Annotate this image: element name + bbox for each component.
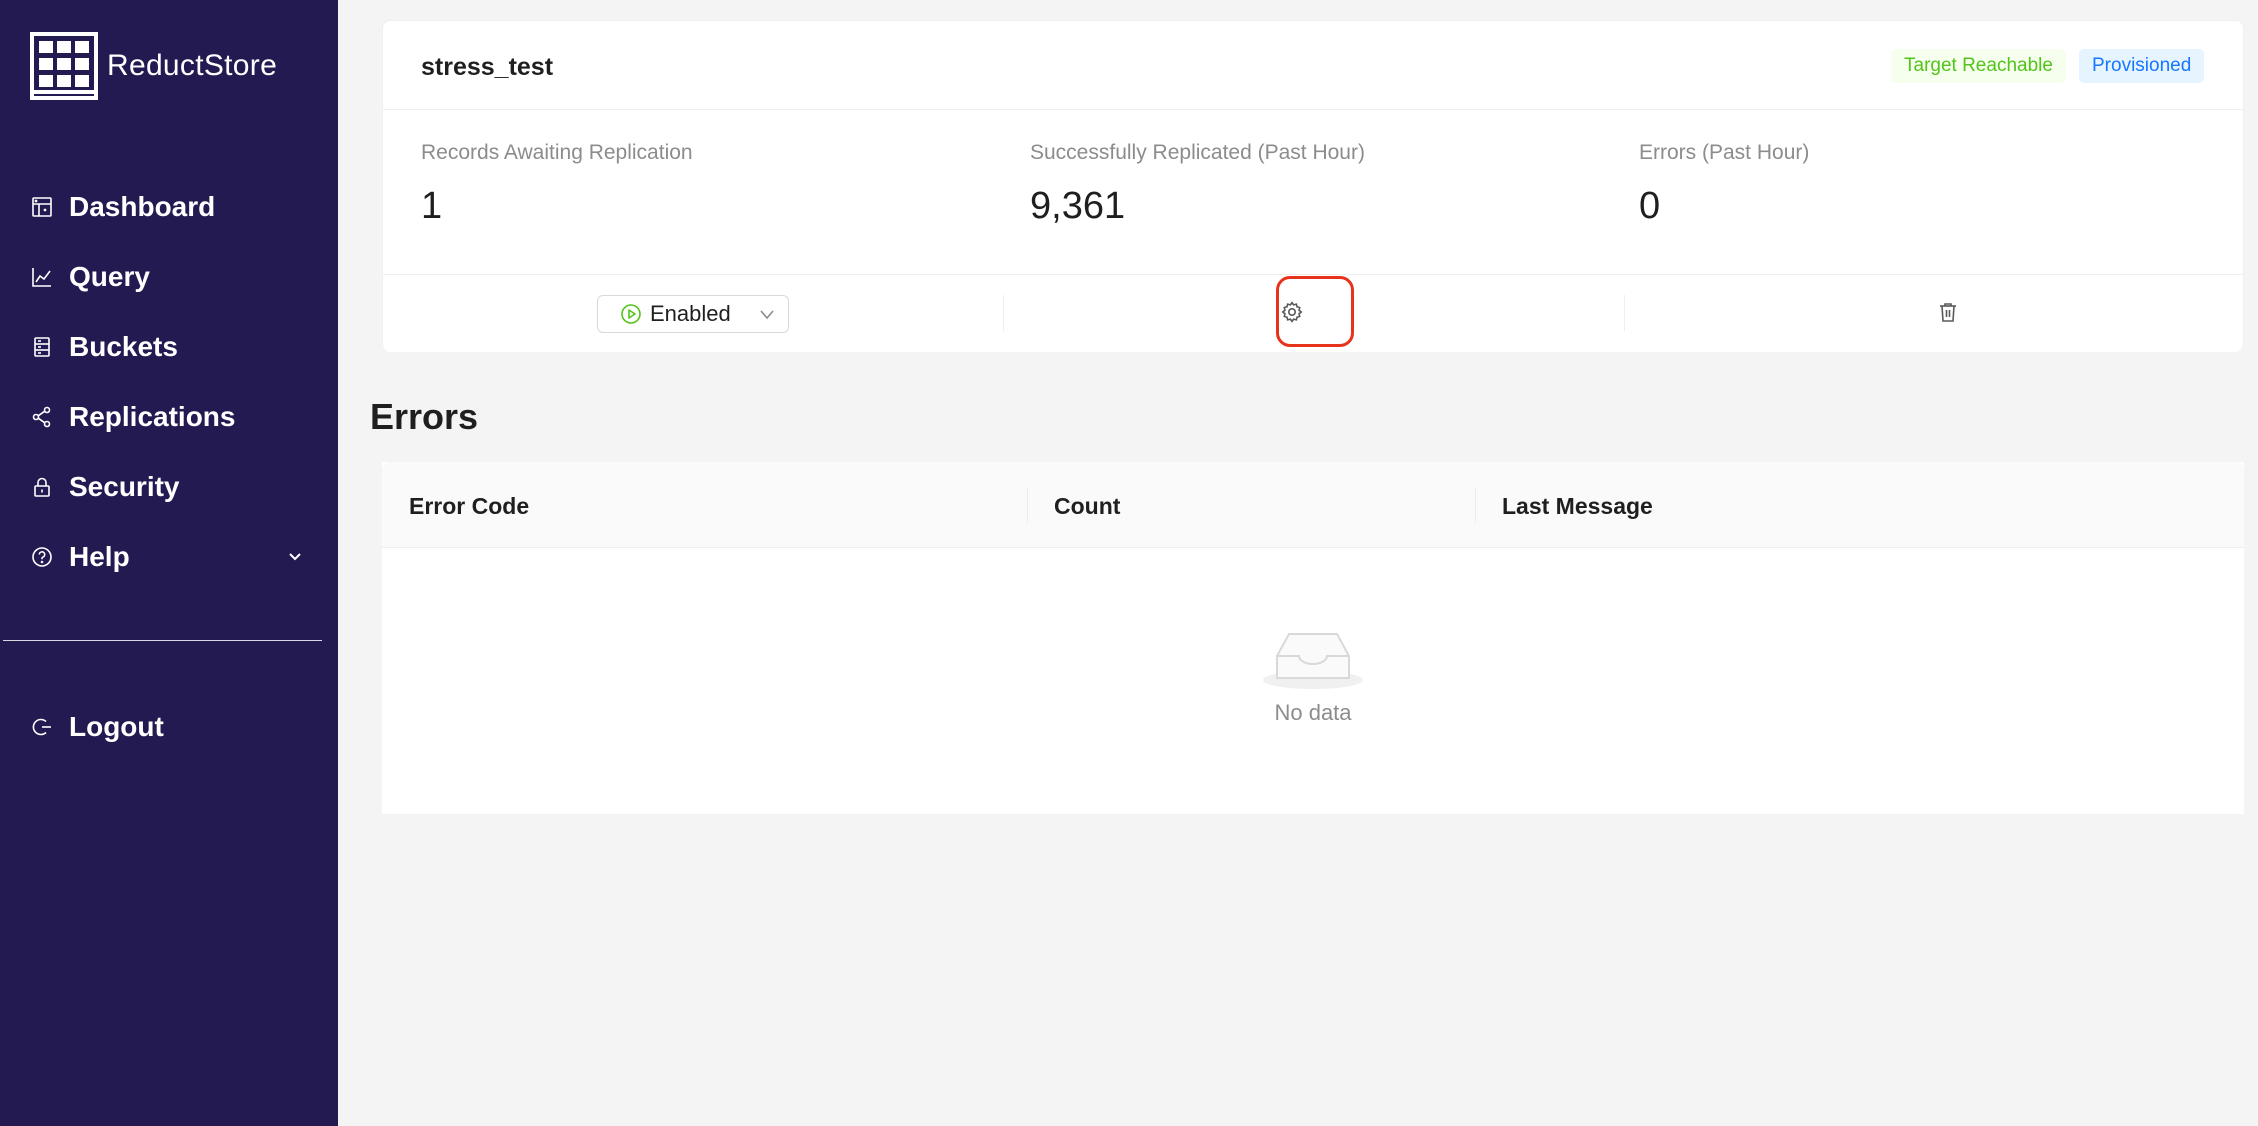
sidebar-item-dashboard[interactable]: Dashboard (0, 172, 338, 242)
settings-highlight-marker (1276, 276, 1354, 347)
brand[interactable]: ReductStore (29, 31, 277, 101)
sidebar-item-buckets[interactable]: Buckets (0, 312, 338, 382)
stat-records-awaiting: Records Awaiting Replication 1 (421, 141, 981, 228)
logout-label: Logout (69, 711, 164, 742)
line-chart-icon (30, 265, 54, 289)
database-icon (30, 335, 54, 359)
chevron-down-icon[interactable] (286, 547, 306, 567)
column-divider (1475, 487, 1476, 523)
sidebar-item-security[interactable]: Security (0, 452, 338, 522)
trash-icon (1937, 301, 1959, 328)
column-divider (1027, 487, 1028, 523)
stat-value: 9,361 (1030, 185, 1126, 227)
sidebar-item-label: Buckets (69, 331, 178, 362)
share-icon (30, 405, 54, 429)
sidebar-nav: Dashboard Query Buckets Replications Sec… (0, 172, 338, 592)
reductstore-logo-icon (29, 31, 99, 101)
lock-icon (30, 475, 54, 499)
status-badge-provisioned: Provisioned (2079, 49, 2205, 83)
sidebar-divider (3, 640, 322, 641)
column-header-error-code[interactable]: Error Code (409, 493, 529, 520)
sidebar-item-label: Replications (69, 401, 236, 432)
column-header-count[interactable]: Count (1054, 493, 1120, 520)
question-circle-icon (30, 545, 54, 569)
sidebar-item-label: Help (69, 541, 130, 572)
empty-state: No data (382, 622, 2244, 726)
stat-value: 1 (421, 185, 443, 227)
table-header: Error Code Count Last Message (382, 462, 2244, 548)
empty-inbox-icon (382, 622, 2244, 692)
mode-select-value: Enabled (650, 301, 731, 326)
action-divider (1624, 295, 1625, 331)
errors-table: Error Code Count Last Message No data (382, 462, 2244, 814)
stat-label: Errors (Past Hour) (1639, 141, 1810, 164)
play-circle-icon (620, 303, 642, 325)
delete-button[interactable] (1933, 299, 1963, 329)
logout-button[interactable]: Logout (0, 692, 338, 762)
chevron-down-icon (758, 305, 776, 328)
errors-title: Errors (370, 396, 479, 437)
sidebar-item-replications[interactable]: Replications (0, 382, 338, 452)
logout-icon (30, 715, 54, 739)
card-header: stress_test Target Reachable Provisioned (383, 21, 2243, 110)
stat-errors: Errors (Past Hour) 0 (1639, 141, 2199, 228)
brand-name: ReductStore (107, 49, 278, 82)
dashboard-icon (30, 195, 54, 219)
stat-successfully-replicated: Successfully Replicated (Past Hour) 9,36… (1030, 141, 1590, 228)
action-divider (1003, 295, 1004, 331)
empty-text: No data (1274, 700, 1352, 725)
sidebar-item-label: Dashboard (69, 191, 216, 222)
sidebar-item-query[interactable]: Query (0, 242, 338, 312)
sidebar-item-label: Security (69, 471, 180, 502)
stat-label: Successfully Replicated (Past Hour) (1030, 141, 1365, 164)
stat-value: 0 (1639, 185, 1661, 227)
status-badge-reachable: Target Reachable (1891, 49, 2066, 83)
sidebar-logout: Logout (0, 692, 338, 762)
sidebar: ReductStore Dashboard Query Buckets Repl… (0, 0, 338, 1126)
stat-label: Records Awaiting Replication (421, 141, 693, 164)
sidebar-item-label: Query (69, 261, 150, 292)
mode-select[interactable]: Enabled (597, 295, 789, 333)
sidebar-item-help[interactable]: Help (0, 522, 338, 592)
replication-name: stress_test (421, 53, 554, 81)
column-header-last-message[interactable]: Last Message (1502, 493, 1653, 520)
